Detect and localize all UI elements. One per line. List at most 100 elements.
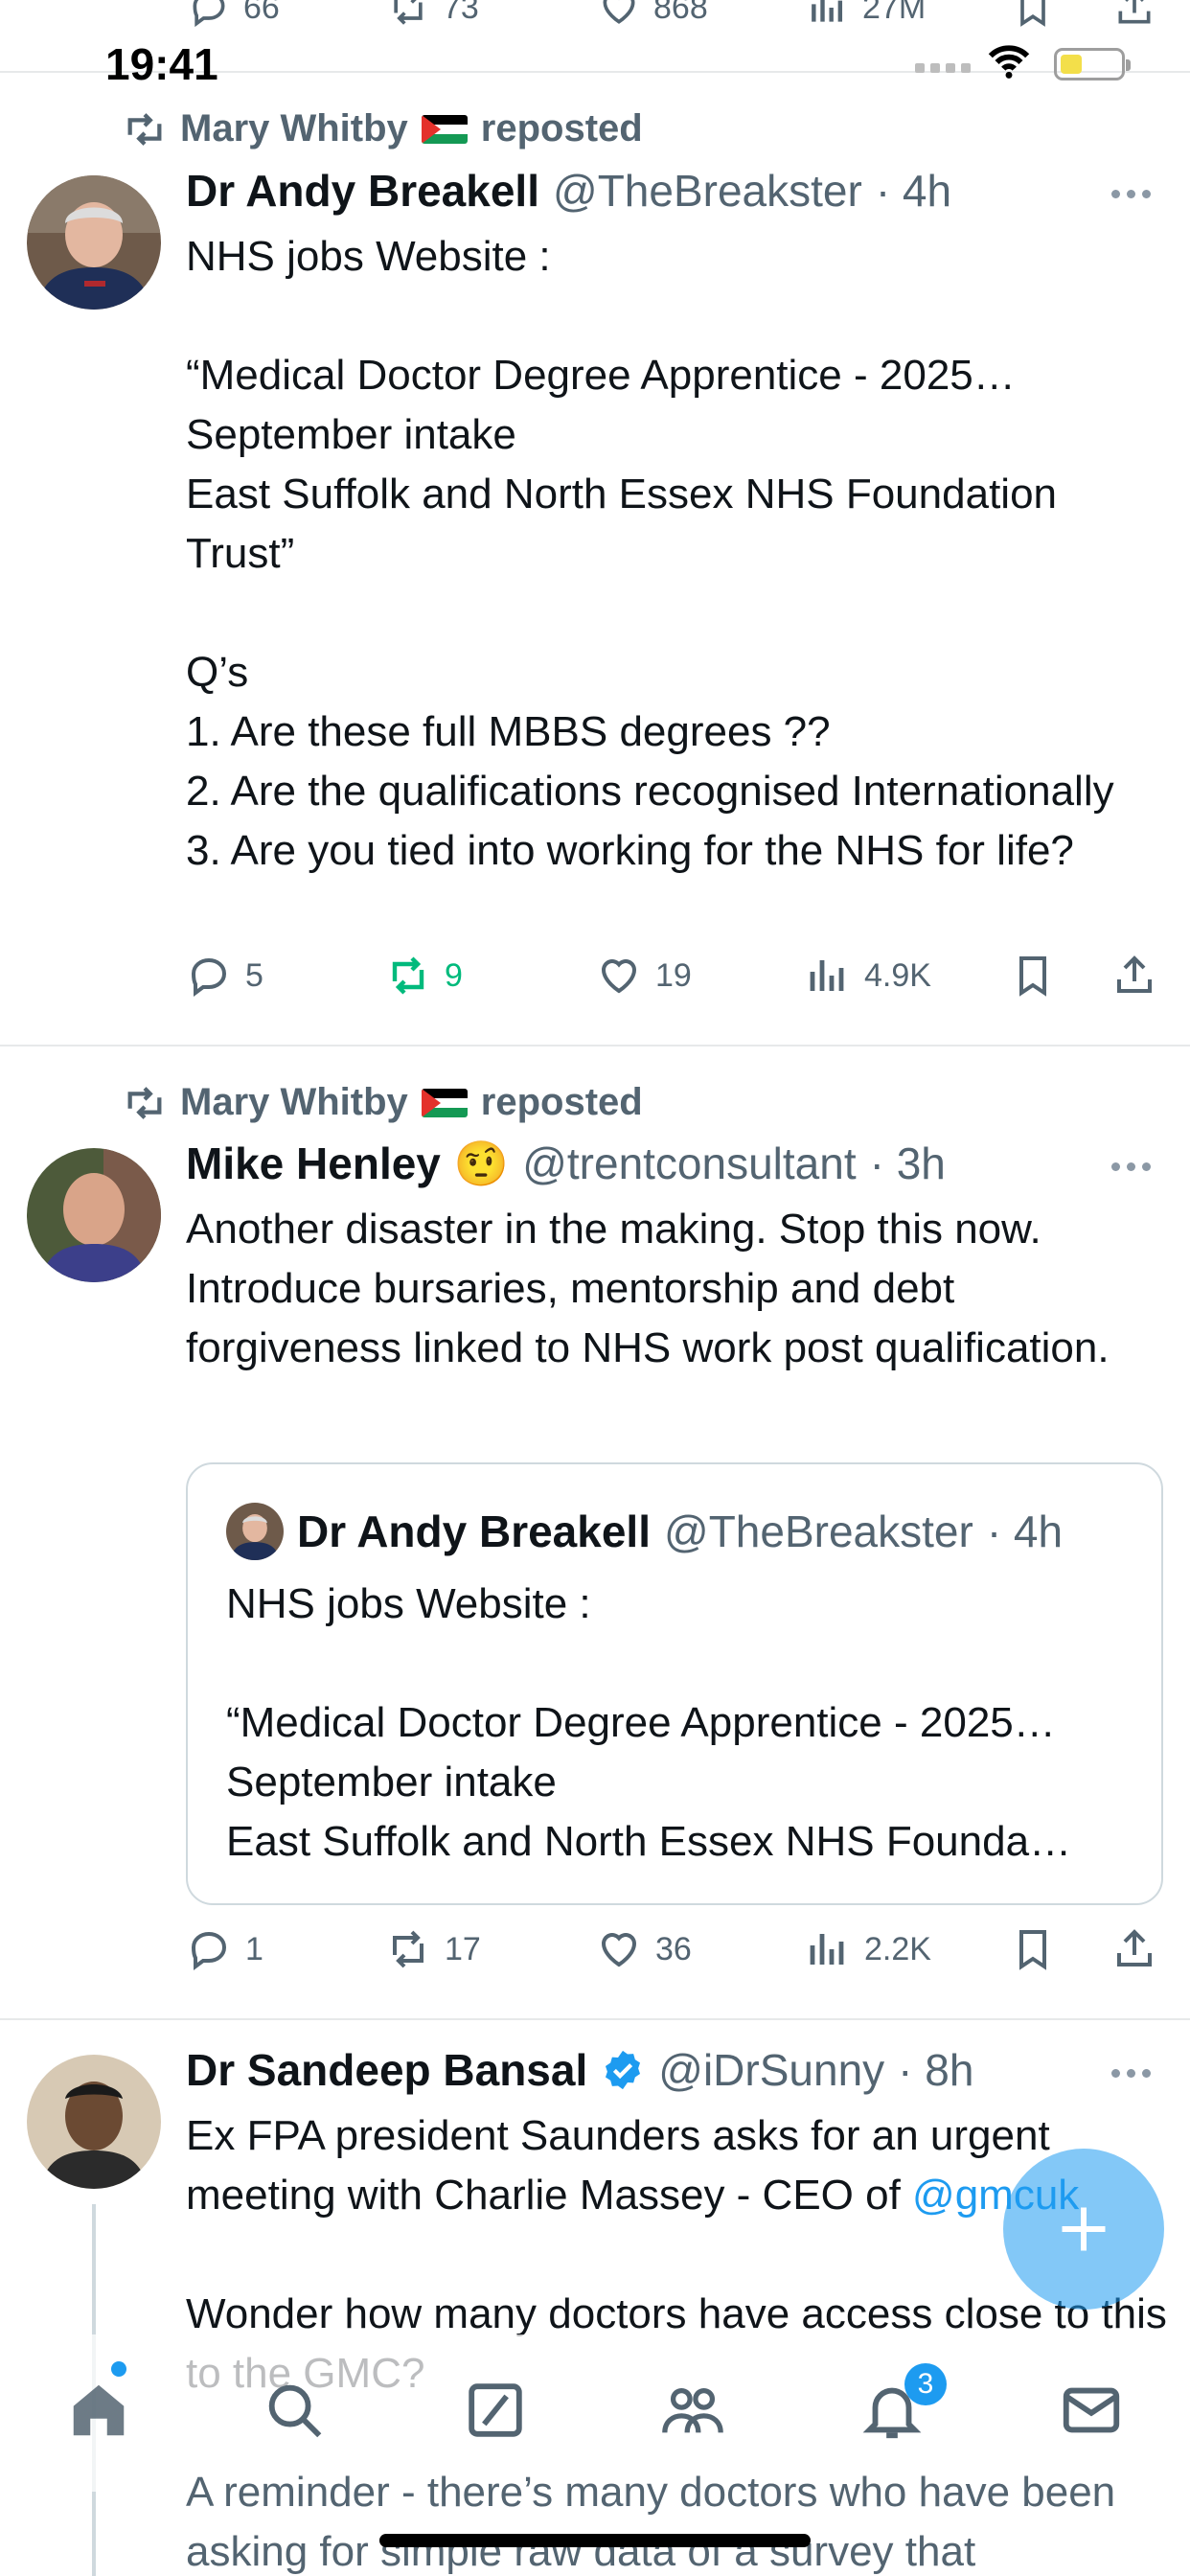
tweet-actions: 5 9 19 4.9K <box>186 953 1173 1010</box>
views-icon <box>812 0 843 22</box>
repost-icon <box>127 112 162 146</box>
wifi-icon <box>988 45 1030 79</box>
reposter-name[interactable]: Mary Whitby <box>180 1081 408 1124</box>
views-count: 4.9K <box>864 956 931 994</box>
avatar-photo <box>27 1148 161 1282</box>
tab-search[interactable] <box>261 2377 328 2444</box>
home-icon <box>73 2384 125 2436</box>
avatar[interactable] <box>27 1148 161 1282</box>
share-icon <box>1117 955 1152 993</box>
like-count: 36 <box>655 1930 692 1967</box>
tweet-time: · 3h <box>869 1138 946 1188</box>
raised-eyebrow-emoji-icon: 🤨 <box>453 1138 510 1189</box>
repost-indicator: Mary Whitby reposted <box>123 1081 643 1124</box>
author-name[interactable]: Mike Henley <box>186 1138 441 1189</box>
communities-icon <box>662 2387 723 2433</box>
repost-indicator: Mary Whitby reposted <box>123 107 643 150</box>
tab-communities[interactable] <box>659 2377 726 2444</box>
share-button[interactable] <box>1111 1926 1157 1972</box>
divider <box>0 1045 1190 1046</box>
like-button[interactable]: 868 <box>598 0 708 29</box>
views-icon <box>810 1934 844 1965</box>
views-count: 27M <box>862 0 927 26</box>
tab-messages[interactable] <box>1058 2377 1125 2444</box>
views-button[interactable]: 27M <box>807 0 926 29</box>
repost-button[interactable]: 17 <box>385 1926 481 1972</box>
plus-icon <box>1062 2207 1106 2251</box>
search-icon <box>268 2384 322 2438</box>
new-posts-indicator <box>111 2361 126 2377</box>
avatar-photo <box>226 1503 284 1560</box>
heart-icon <box>601 1933 637 1967</box>
heart-icon <box>601 959 637 994</box>
reply-icon <box>193 0 225 28</box>
tweet-header: Dr Andy Breakell @TheBreakster · 4h <box>186 165 951 217</box>
quoted-author-handle: @TheBreakster <box>664 1506 973 1556</box>
bookmark-button[interactable] <box>1010 1926 1056 1972</box>
repost-button[interactable]: 73 <box>387 0 479 29</box>
reply-button[interactable]: 5 <box>186 953 263 999</box>
tab-home[interactable] <box>65 2377 132 2444</box>
share-button[interactable] <box>1113 0 1156 29</box>
reply-icon <box>191 1931 227 1970</box>
tweet-text: Another disaster in the making. Stop thi… <box>186 1206 1110 1371</box>
verified-badge-icon <box>606 2050 641 2090</box>
author-handle[interactable]: @trentconsultant <box>522 1138 856 1189</box>
compose-button[interactable] <box>1003 2149 1164 2310</box>
more-options-icon[interactable] <box>1111 2069 1151 2078</box>
grok-icon <box>469 2383 522 2437</box>
repost-icon <box>393 1930 423 1968</box>
battery-icon <box>1054 48 1131 80</box>
bookmark-button[interactable] <box>1010 953 1056 999</box>
home-indicator[interactable] <box>379 2534 811 2547</box>
views-button[interactable]: 2.2K <box>805 1926 931 1972</box>
avatar[interactable] <box>27 2055 161 2189</box>
author-handle[interactable]: @iDrSunny <box>658 2044 884 2096</box>
repost-count: 9 <box>445 956 463 994</box>
palestine-flag-icon <box>421 1088 468 1117</box>
reply-count: 1 <box>245 1930 263 1967</box>
repost-icon <box>127 1086 162 1119</box>
reposter-name[interactable]: Mary Whitby <box>180 107 408 150</box>
like-button[interactable]: 36 <box>596 1926 692 1972</box>
share-icon <box>1118 0 1151 24</box>
cellular-signal-icon <box>915 63 971 73</box>
tweet-header: Dr Sandeep Bansal @iDrSunny · 8h <box>186 2044 973 2096</box>
views-button[interactable]: 4.9K <box>805 953 931 999</box>
reposted-label: reposted <box>480 1081 643 1123</box>
reply-icon <box>191 957 227 997</box>
heart-icon <box>603 0 635 24</box>
views-icon <box>810 960 844 991</box>
reply-count: 66 <box>243 0 280 26</box>
share-icon <box>1117 1929 1152 1966</box>
share-button[interactable] <box>1111 953 1157 999</box>
more-options-icon[interactable] <box>1111 190 1151 198</box>
author-handle[interactable]: @TheBreakster <box>553 165 862 217</box>
like-count: 19 <box>655 956 692 994</box>
author-name[interactable]: Dr Andy Breakell <box>186 165 539 217</box>
repost-count: 73 <box>443 0 479 26</box>
views-count: 2.2K <box>864 1930 931 1967</box>
quoted-tweet[interactable]: Dr Andy Breakell @TheBreakster · 4h NHS … <box>186 1462 1163 1905</box>
like-button[interactable]: 19 <box>596 953 692 999</box>
avatar-photo <box>27 175 161 310</box>
avatar[interactable] <box>27 175 161 310</box>
palestine-flag-icon <box>421 114 468 144</box>
notifications-badge: 3 <box>904 2363 947 2405</box>
tweet-time: · 4h <box>875 166 952 216</box>
quoted-tweet-text: NHS jobs Website : “Medical Doctor Degre… <box>226 1580 1072 1865</box>
tab-grok[interactable] <box>462 2377 529 2444</box>
more-options-icon[interactable] <box>1111 1162 1151 1171</box>
repost-button[interactable]: 9 <box>385 953 463 999</box>
bookmark-button[interactable] <box>1012 0 1054 29</box>
reply-button[interactable]: 66 <box>188 0 280 29</box>
author-name[interactable]: Dr Sandeep Bansal <box>186 2044 587 2096</box>
status-time: 19:41 <box>105 39 218 89</box>
mail-icon <box>1063 2387 1120 2433</box>
tweet-actions: 1 17 36 2.2K <box>186 1926 1173 1984</box>
bookmark-icon <box>1020 0 1045 27</box>
repost-icon <box>394 0 423 25</box>
repost-icon <box>392 956 424 995</box>
reply-count: 5 <box>245 956 263 994</box>
reply-button[interactable]: 1 <box>186 1926 263 1972</box>
